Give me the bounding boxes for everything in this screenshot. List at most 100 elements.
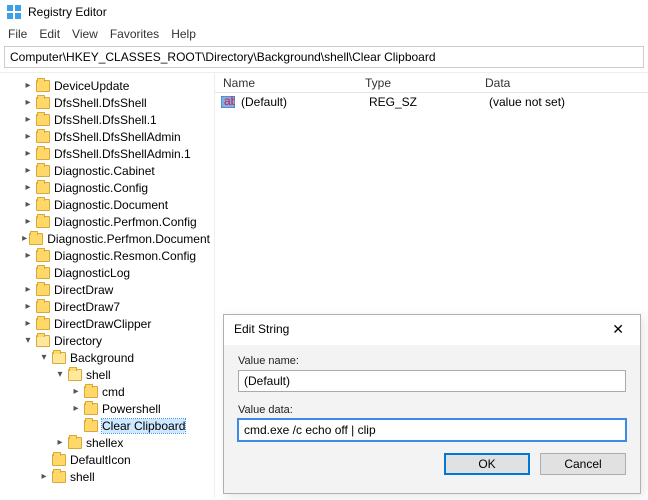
menu-file[interactable]: File (8, 27, 27, 41)
menu-bar: File Edit View Favorites Help (0, 24, 648, 44)
value-data-label: Value data: (238, 404, 626, 416)
tree-item[interactable]: shellex (0, 434, 214, 451)
folder-icon (36, 335, 50, 347)
chevron-down-icon[interactable] (54, 369, 66, 380)
chevron-icon[interactable] (38, 471, 50, 482)
folder-icon (36, 216, 50, 228)
folder-icon (36, 318, 50, 330)
tree-item[interactable]: Diagnostic.Config (0, 179, 214, 196)
folder-icon (36, 80, 50, 92)
tree-item-clear-clipboard[interactable]: Clear Clipboard (0, 417, 214, 434)
chevron-icon[interactable] (22, 199, 34, 210)
folder-icon (52, 471, 66, 483)
title-bar: Registry Editor (0, 0, 648, 24)
chevron-icon[interactable] (22, 148, 34, 159)
chevron-icon[interactable] (22, 216, 34, 227)
dialog-titlebar[interactable]: Edit String ✕ (224, 315, 640, 345)
tree-item-background[interactable]: Background (0, 349, 214, 366)
tree-item[interactable]: Diagnostic.Perfmon.Document (0, 230, 214, 247)
chevron-icon[interactable] (22, 97, 34, 108)
folder-icon (36, 182, 50, 194)
ok-button[interactable]: OK (444, 453, 530, 475)
address-bar[interactable]: Computer\HKEY_CLASSES_ROOT\Directory\Bac… (4, 46, 644, 68)
column-name[interactable]: Name (215, 76, 365, 90)
close-icon[interactable]: ✕ (606, 321, 630, 338)
tree-item[interactable]: Diagnostic.Resmon.Config (0, 247, 214, 264)
svg-text:ab: ab (224, 96, 235, 108)
chevron-icon[interactable] (22, 284, 34, 295)
tree-item[interactable]: Diagnostic.Cabinet (0, 162, 214, 179)
tree-panel[interactable]: DeviceUpdate DfsShell.DfsShell DfsShell.… (0, 73, 215, 498)
folder-icon (36, 97, 50, 109)
folder-icon (68, 437, 82, 449)
folder-icon (84, 386, 98, 398)
value-row[interactable]: ab (Default) REG_SZ (value not set) (215, 93, 648, 111)
tree-item[interactable]: DirectDraw7 (0, 298, 214, 315)
tree-item[interactable]: DefaultIcon (0, 451, 214, 468)
app-icon (6, 4, 22, 20)
tree-item[interactable]: Powershell (0, 400, 214, 417)
menu-favorites[interactable]: Favorites (110, 27, 159, 41)
tree-item[interactable]: DfsShell.DfsShellAdmin.1 (0, 145, 214, 162)
folder-icon (36, 250, 50, 262)
chevron-icon[interactable] (22, 114, 34, 125)
chevron-down-icon[interactable] (22, 335, 34, 346)
dialog-title-text: Edit String (234, 322, 289, 336)
folder-icon (36, 148, 50, 160)
chevron-icon[interactable] (22, 131, 34, 142)
edit-string-dialog: Edit String ✕ Value name: Value data: OK… (223, 314, 641, 494)
list-header: Name Type Data (215, 73, 648, 93)
chevron-icon[interactable] (22, 182, 34, 193)
tree-item[interactable]: DfsShell.DfsShell.1 (0, 111, 214, 128)
tree-item[interactable]: cmd (0, 383, 214, 400)
cancel-button[interactable]: Cancel (540, 453, 626, 475)
tree-item[interactable]: shell (0, 468, 214, 485)
tree-item-shell[interactable]: shell (0, 366, 214, 383)
chevron-icon[interactable] (22, 301, 34, 312)
menu-edit[interactable]: Edit (39, 27, 60, 41)
tree-item[interactable]: DfsShell.DfsShellAdmin (0, 128, 214, 145)
tree-item[interactable]: DiagnosticLog (0, 264, 214, 281)
window-title: Registry Editor (28, 5, 107, 19)
value-name-label: Value name: (238, 355, 626, 367)
tree-item[interactable]: Diagnostic.Document (0, 196, 214, 213)
chevron-icon[interactable] (22, 233, 27, 244)
folder-icon (29, 233, 43, 245)
folder-icon (52, 352, 66, 364)
value-name-input[interactable] (238, 370, 626, 392)
folder-icon (84, 403, 98, 415)
folder-icon (68, 369, 82, 381)
tree-item[interactable]: DfsShell.DfsShell (0, 94, 214, 111)
tree-item-directory[interactable]: Directory (0, 332, 214, 349)
folder-icon (36, 165, 50, 177)
folder-icon (36, 114, 50, 126)
folder-icon (36, 131, 50, 143)
tree-item[interactable]: DirectDraw (0, 281, 214, 298)
chevron-icon[interactable] (22, 318, 34, 329)
folder-icon (36, 301, 50, 313)
value-name: (Default) (241, 95, 369, 109)
folder-icon (36, 199, 50, 211)
chevron-icon[interactable] (22, 80, 34, 91)
chevron-icon[interactable] (70, 386, 82, 397)
string-value-icon: ab (221, 96, 235, 108)
menu-help[interactable]: Help (171, 27, 196, 41)
tree-item[interactable]: DeviceUpdate (0, 77, 214, 94)
tree-item[interactable]: Diagnostic.Perfmon.Config (0, 213, 214, 230)
folder-icon (36, 267, 50, 279)
chevron-icon[interactable] (54, 437, 66, 448)
value-data: (value not set) (489, 95, 648, 109)
chevron-icon[interactable] (70, 403, 82, 414)
chevron-down-icon[interactable] (38, 352, 50, 363)
column-type[interactable]: Type (365, 76, 485, 90)
column-data[interactable]: Data (485, 76, 648, 90)
folder-icon (84, 420, 98, 432)
folder-icon (36, 284, 50, 296)
chevron-icon[interactable] (22, 250, 34, 261)
tree-item[interactable]: DirectDrawClipper (0, 315, 214, 332)
value-data-input[interactable] (238, 419, 626, 441)
chevron-icon[interactable] (22, 165, 34, 176)
folder-icon (52, 454, 66, 466)
value-type: REG_SZ (369, 95, 489, 109)
menu-view[interactable]: View (72, 27, 98, 41)
